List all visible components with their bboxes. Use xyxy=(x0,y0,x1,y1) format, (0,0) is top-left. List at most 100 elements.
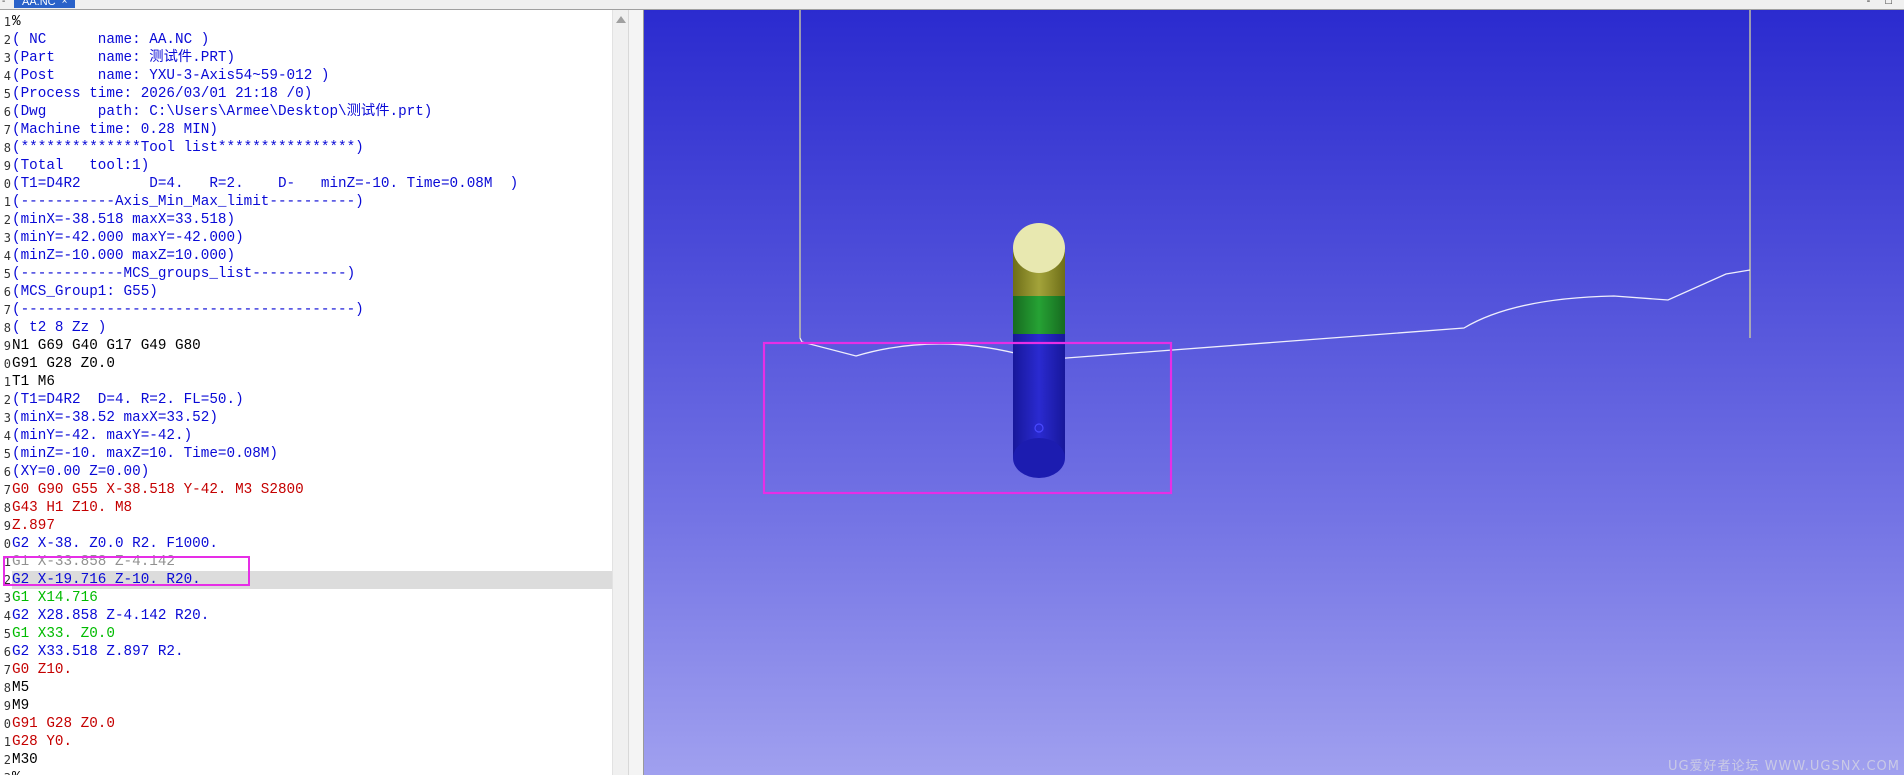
line-number: 5 xyxy=(3,627,11,641)
line-number-gutter: 1 2 3 4 5 6 7 8 9 0 1 2 3 4 5 6 7 8 9 0 1 2 3 4 5 6 7 8 9 0 1 2 3 4 5 6 7 8 9 0… xyxy=(0,10,12,775)
viewport-canvas xyxy=(762,10,1751,495)
code-line[interactable]: N1 G69 G40 G17 G49 G80 xyxy=(12,337,612,355)
code-line[interactable]: M30 xyxy=(12,751,612,769)
line-number: 3 xyxy=(3,411,11,425)
line-number: 9 xyxy=(3,159,11,173)
code-line[interactable]: (Dwg path: C:\Users\Armee\Desktop\测试件.pr… xyxy=(12,103,612,121)
line-number: 4 xyxy=(3,69,11,83)
line-number: 4 xyxy=(3,609,11,623)
code-line[interactable]: (------------MCS_groups_list-----------) xyxy=(12,265,612,283)
code-line[interactable]: G91 G28 Z0.0 xyxy=(12,355,612,373)
code-line[interactable]: ( NC name: AA.NC ) xyxy=(12,31,612,49)
scroll-up-arrow-icon[interactable] xyxy=(616,16,626,23)
tab-aa-nc[interactable]: AA.NC × xyxy=(14,0,76,8)
line-number: 1 xyxy=(3,375,11,389)
code-line[interactable]: (minX=-38.518 maxX=33.518) xyxy=(12,211,612,229)
line-number: 9 xyxy=(3,339,11,353)
code-line[interactable]: (Process time: 2026/03/01 21:18 /0) xyxy=(12,85,612,103)
code-line[interactable]: (MCS_Group1: G55) xyxy=(12,283,612,301)
code-line[interactable]: (minZ=-10. maxZ=10. Time=0.08M) xyxy=(12,445,612,463)
code-line[interactable]: G91 G28 Z0.0 xyxy=(12,715,612,733)
code-line[interactable]: Z.897 xyxy=(12,517,612,535)
line-number: 8 xyxy=(3,321,11,335)
tab-close-icon[interactable]: × xyxy=(62,0,68,8)
nc-code-editor[interactable]: 1 2 3 4 5 6 7 8 9 0 1 2 3 4 5 6 7 8 9 0 1 2 3 4 5 6 7 8 9 0 1 2 3 4 5 6 7 8 9 0… xyxy=(0,10,628,775)
line-number: 2 xyxy=(3,213,11,227)
highlighted-line-annotation-box xyxy=(3,556,250,586)
window-controls[interactable]: - □ xyxy=(1867,0,1898,7)
line-number: 4 xyxy=(3,429,11,443)
code-line[interactable]: (T1=D4R2 D=4. R=2. D- minZ=-10. Time=0.0… xyxy=(12,175,612,193)
code-line[interactable]: (minY=-42.000 maxY=-42.000) xyxy=(12,229,612,247)
code-line[interactable]: (Total tool:1) xyxy=(12,157,612,175)
editor-vertical-scrollbar[interactable] xyxy=(612,10,628,775)
watermark-text: UG爱好者论坛 WWW.UGSNX.COM xyxy=(1667,759,1900,774)
stock-outline xyxy=(799,10,1751,338)
code-line[interactable]: (Post name: YXU-3-Axis54~59-012 ) xyxy=(12,67,612,85)
line-number: 5 xyxy=(3,447,11,461)
code-line[interactable]: (---------------------------------------… xyxy=(12,301,612,319)
line-number: 8 xyxy=(3,141,11,155)
line-number: 7 xyxy=(3,483,11,497)
line-number: 7 xyxy=(3,303,11,317)
line-number: 0 xyxy=(3,537,11,551)
code-line[interactable]: G2 X-38. Z0.0 R2. F1000. xyxy=(12,535,612,553)
line-number: 6 xyxy=(3,645,11,659)
line-number: 8 xyxy=(3,501,11,515)
code-line[interactable]: (minX=-38.52 maxX=33.52) xyxy=(12,409,612,427)
line-number: 1 xyxy=(3,15,11,29)
code-line[interactable]: (minY=-42. maxY=-42.) xyxy=(12,427,612,445)
line-number: 9 xyxy=(3,519,11,533)
line-number: 6 xyxy=(3,105,11,119)
pane-splitter[interactable] xyxy=(628,10,644,775)
code-line[interactable]: (minZ=-10.000 maxZ=10.000) xyxy=(12,247,612,265)
line-number: 1 xyxy=(3,735,11,749)
code-line[interactable]: G2 X28.858 Z-4.142 R20. xyxy=(12,607,612,625)
line-number: 9 xyxy=(3,699,11,713)
line-number: 3 xyxy=(3,231,11,245)
tool-3d-model-icon xyxy=(1013,223,1065,478)
tab-scroll-marker: - xyxy=(2,0,6,7)
line-number: 7 xyxy=(3,123,11,137)
code-line[interactable]: (**************Tool list****************… xyxy=(12,139,612,157)
code-line[interactable]: G43 H1 Z10. M8 xyxy=(12,499,612,517)
line-number: 2 xyxy=(3,393,11,407)
code-line[interactable]: G1 X14.716 xyxy=(12,589,612,607)
line-number: 3 xyxy=(3,591,11,605)
line-number: 0 xyxy=(3,717,11,731)
line-number: 0 xyxy=(3,357,11,371)
line-number: 5 xyxy=(3,87,11,101)
code-line[interactable]: % xyxy=(12,13,612,31)
code-line[interactable]: G1 X33. Z0.0 xyxy=(12,625,612,643)
code-line[interactable]: (XY=0.00 Z=0.00) xyxy=(12,463,612,481)
code-line[interactable]: G0 G90 G55 X-38.518 Y-42. M3 S2800 xyxy=(12,481,612,499)
line-number: 2 xyxy=(3,753,11,767)
code-line[interactable]: (-----------Axis_Min_Max_limit----------… xyxy=(12,193,612,211)
toolpath-3d-viewport[interactable]: UG爱好者论坛 WWW.UGSNX.COM xyxy=(644,10,1904,775)
line-number: 8 xyxy=(3,681,11,695)
line-number: 2 xyxy=(3,33,11,47)
line-number: 3 xyxy=(0,769,11,775)
code-line[interactable]: G0 Z10. xyxy=(12,661,612,679)
viewport-annotation-box xyxy=(762,341,1173,495)
tab-title: AA.NC xyxy=(22,0,56,8)
code-line[interactable]: (Part name: 测试件.PRT) xyxy=(12,49,612,67)
code-line[interactable]: G28 Y0. xyxy=(12,733,612,751)
code-line[interactable]: (T1=D4R2 D=4. R=2. FL=50.) xyxy=(12,391,612,409)
line-number: 4 xyxy=(3,249,11,263)
code-line[interactable]: M9 xyxy=(12,697,612,715)
code-line[interactable]: ( t2 8 Zz ) xyxy=(12,319,612,337)
line-number: 1 xyxy=(3,195,11,209)
tab-bar: - AA.NC × - □ xyxy=(0,0,1904,10)
code-line[interactable]: T1 M6 xyxy=(12,373,612,391)
code-line[interactable]: (Machine time: 0.28 MIN) xyxy=(12,121,612,139)
code-line[interactable]: G2 X33.518 Z.897 R2. xyxy=(12,643,612,661)
code-line[interactable]: M5 xyxy=(12,679,612,697)
line-number: 0 xyxy=(3,177,11,191)
line-number: 7 xyxy=(3,663,11,677)
line-number: 5 xyxy=(3,267,11,281)
code-line[interactable]: % xyxy=(12,769,612,775)
line-number: 6 xyxy=(3,465,11,479)
line-number: 6 xyxy=(3,285,11,299)
line-number: 3 xyxy=(3,51,11,65)
